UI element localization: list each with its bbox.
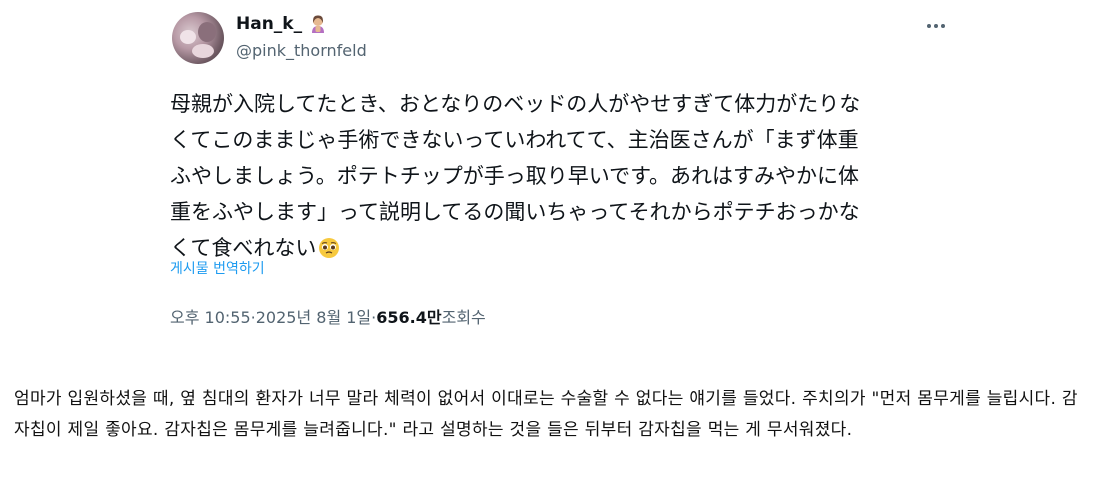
pleading-face-emoji-icon: [318, 234, 340, 258]
author-handle[interactable]: @pink_thornfeld: [236, 41, 367, 60]
views-label: 조회수: [441, 308, 486, 327]
korean-translation-text: 엄마가 입원하셨을 때, 옆 침대의 환자가 너무 말라 체력이 없어서 이대로…: [14, 389, 1078, 440]
author-name-row: Han_k_: [236, 13, 328, 35]
woman-gesturing-emoji-icon: [308, 14, 328, 34]
more-options-icon[interactable]: [922, 16, 950, 36]
tweet-card: Han_k_ @pink_thornfeld 母親が入院してたとき、おとなりのベ…: [170, 0, 960, 345]
post-time[interactable]: 오후 10:55: [170, 304, 251, 328]
post-date[interactable]: 2025년 8월 1일: [256, 304, 371, 328]
views-count: 656.4만: [376, 308, 442, 327]
tweet-text-body: 母親が入院してたとき、おとなりのベッドの人がやせすぎて体力がたりな くてこのまま…: [170, 92, 861, 260]
tweet-meta: 오후 10:55 · 2025년 8월 1일 · 656.4만 조회수: [170, 304, 486, 328]
author-display-name[interactable]: Han_k_: [236, 14, 302, 34]
avatar[interactable]: [172, 12, 224, 64]
tweet-text: 母親が入院してたとき、おとなりのベッドの人がやせすぎて体力がたりな くてこのまま…: [170, 86, 960, 266]
translate-post-link[interactable]: 게시물 번역하기: [170, 258, 265, 278]
